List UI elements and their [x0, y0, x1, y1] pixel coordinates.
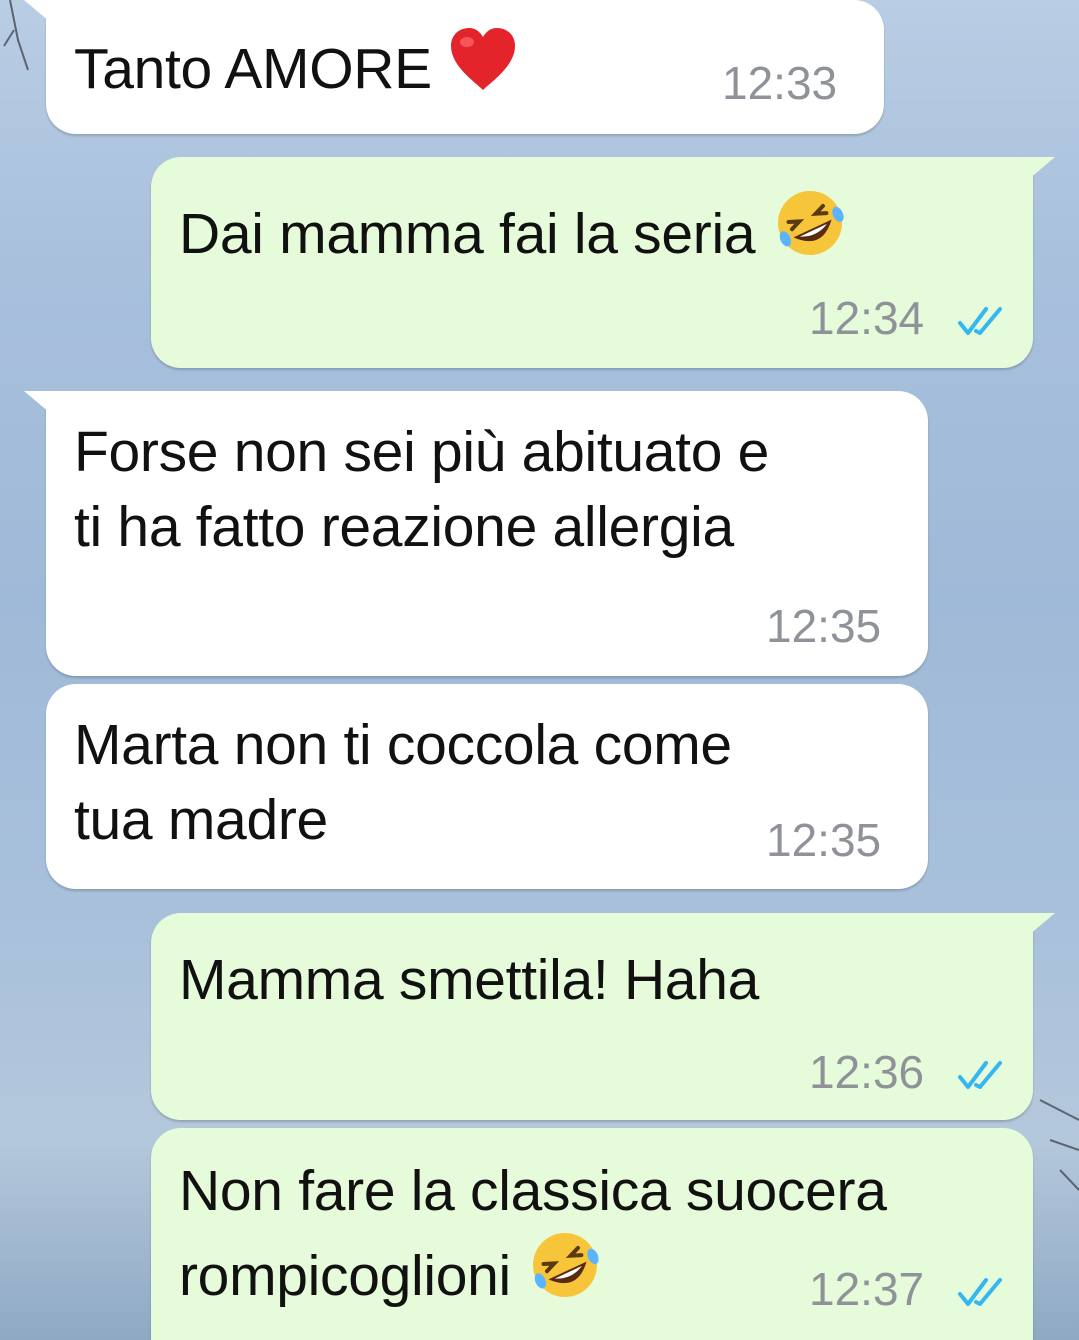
message-text: Forse non sei più abituato e ti ha fatto …: [74, 420, 770, 559]
message-text: Dai mamma fai la seria: [179, 187, 849, 278]
message-text: Tanto AMORE: [74, 26, 519, 113]
rolling-laughing-emoji-icon: [526, 1229, 604, 1320]
message-timestamp: 12:34: [809, 292, 925, 344]
message-bubble-incoming[interactable]: Marta non ti coccola come tua madre 12:35: [46, 684, 928, 889]
message-timestamp: 12:33: [722, 57, 838, 109]
message-text: Marta non ti coccola come tua madre: [74, 713, 732, 852]
message-text: Mamma smettila! Haha: [179, 948, 760, 1012]
message-bubble-outgoing[interactable]: Non fare la classica suocera rompicoglion…: [151, 1128, 1033, 1340]
rolling-laughing-emoji-icon: [771, 187, 849, 278]
message-timestamp: 12:35: [766, 814, 882, 866]
message-bubble-outgoing[interactable]: Mamma smettila! Haha 12:36: [151, 913, 1055, 1120]
message-bubble-incoming[interactable]: Tanto AMORE 12:33: [24, 0, 884, 134]
message-timestamp: 12:36: [809, 1046, 925, 1098]
message-timestamp: 12:37: [809, 1263, 925, 1315]
read-receipt-ticks-icon: [958, 1278, 1002, 1306]
read-receipt-ticks-icon: [958, 307, 1002, 335]
message-text: Non fare la classica suocera rompicoglion…: [179, 1154, 887, 1320]
read-receipt-ticks-icon: [958, 1061, 1002, 1089]
red-heart-icon: [447, 26, 519, 113]
message-bubble-outgoing[interactable]: Dai mamma fai la seria 12:34: [151, 157, 1055, 368]
message-timestamp: 12:35: [766, 600, 882, 652]
message-bubble-incoming[interactable]: Forse non sei più abituato e ti ha fatto …: [24, 391, 928, 676]
